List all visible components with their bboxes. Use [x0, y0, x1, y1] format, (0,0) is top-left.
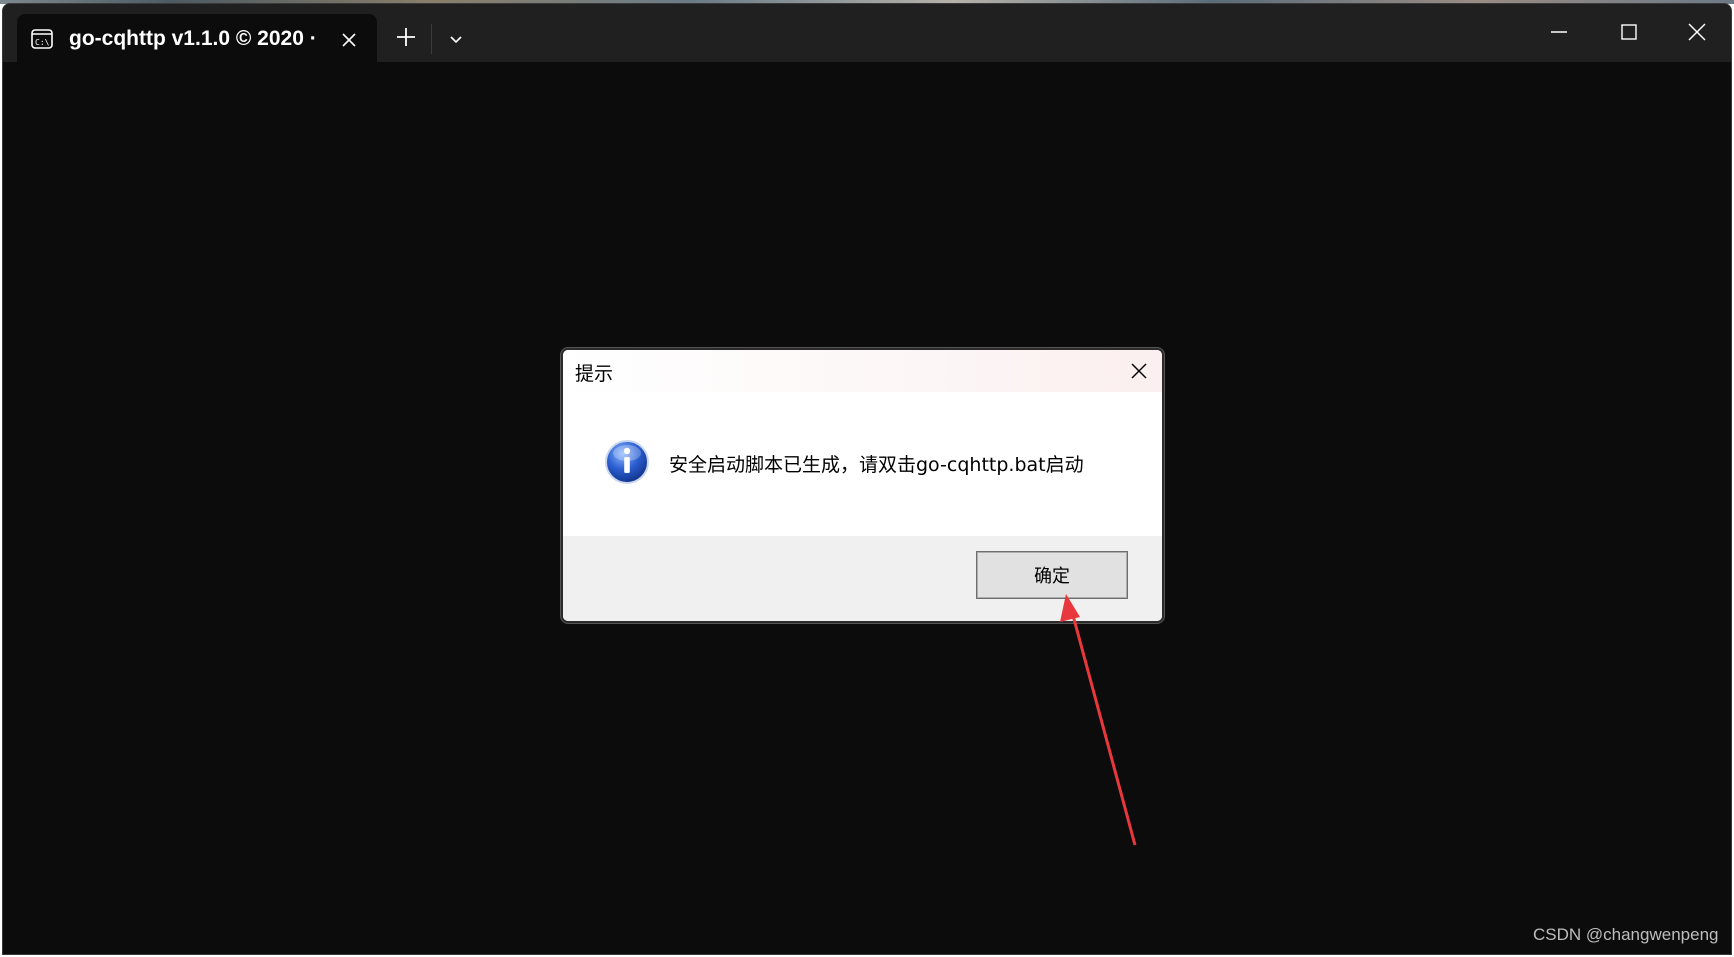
tab-separator: [431, 24, 432, 54]
dialog-message: 安全启动脚本已生成，请双击go-cqhttp.bat启动: [669, 454, 1084, 476]
info-icon: [604, 439, 650, 485]
tab-close-icon[interactable]: [337, 28, 361, 52]
dialog-title-bar: 提示: [563, 350, 1162, 392]
plus-icon[interactable]: [391, 22, 421, 52]
close-icon[interactable]: [1669, 12, 1725, 52]
dialog-footer: 确定: [563, 536, 1162, 621]
ok-button[interactable]: 确定: [976, 551, 1128, 599]
terminal-tab[interactable]: C:\ go-cqhttp v1.1.0 © 2020 ·: [17, 14, 377, 62]
dialog-close-icon[interactable]: [1129, 361, 1149, 381]
dialog-title: 提示: [575, 363, 614, 385]
title-bar: C:\ go-cqhttp v1.1.0 © 2020 ·: [3, 4, 1731, 62]
minimize-icon[interactable]: [1531, 12, 1587, 52]
chevron-down-icon[interactable]: [441, 24, 471, 54]
message-dialog: 提示 安全启动脚本已生成，请双击go-cqhttp.bat启动 确定: [561, 348, 1164, 623]
terminal-icon: C:\: [31, 28, 53, 50]
watermark: CSDN @changwenpeng: [1533, 925, 1719, 944]
tab-title: go-cqhttp v1.1.0 © 2020 ·: [69, 27, 317, 50]
svg-text:C:\: C:\: [35, 38, 50, 47]
maximize-icon[interactable]: [1601, 12, 1657, 52]
dialog-body: 安全启动脚本已生成，请双击go-cqhttp.bat启动: [563, 392, 1162, 536]
